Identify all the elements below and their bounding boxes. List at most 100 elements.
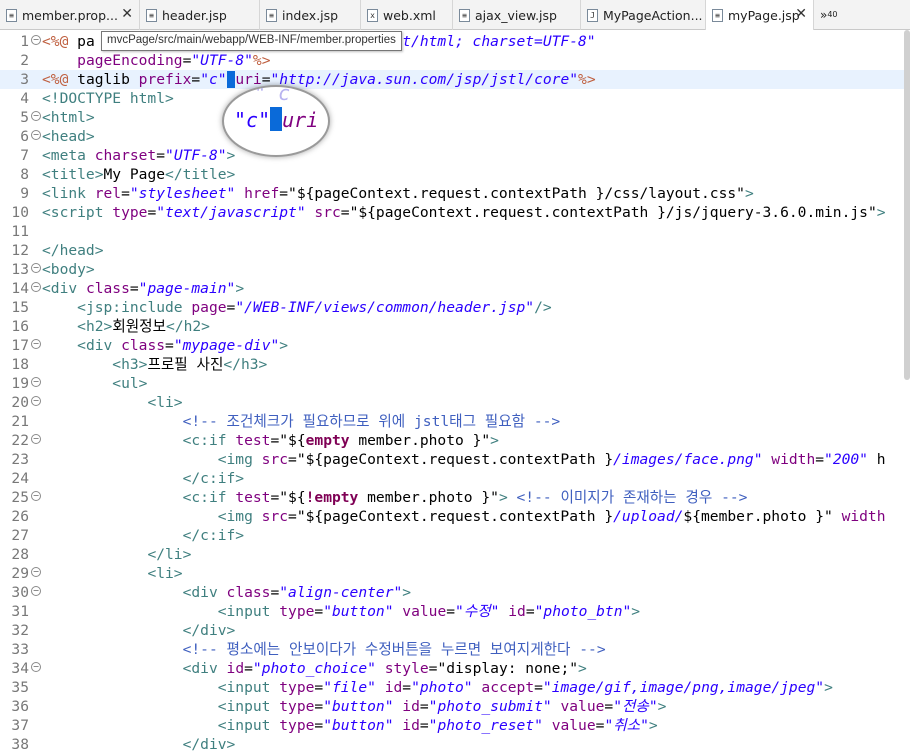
code-line[interactable]: 26 <img src="${pageContext.request.conte…	[0, 507, 910, 526]
code-token: </head>	[42, 242, 104, 259]
tab-member-prop[interactable]: ≡ member.prop... ✕	[0, 0, 140, 30]
code-line[interactable]: 34− <div id="photo_choice" style="displa…	[0, 659, 910, 678]
fold-toggle-icon[interactable]: −	[31, 377, 41, 387]
code-line[interactable]: 37 <input type="button" id="photo_reset"…	[0, 716, 910, 735]
code-text: <link rel="stylesheet" href="${pageConte…	[42, 184, 754, 203]
code-line[interactable]: 14− <div class="page-main">	[0, 279, 910, 298]
code-token: width	[841, 508, 886, 525]
code-token: type	[112, 204, 148, 221]
code-line[interactable]: 22− <c:if test="${empty member.photo }">	[0, 431, 910, 450]
code-line[interactable]: 12 </head>	[0, 241, 910, 260]
code-token: %>	[578, 71, 596, 88]
fold-toggle-icon[interactable]: −	[31, 434, 41, 444]
tab-mypageaction[interactable]: J MyPageAction...	[581, 0, 706, 30]
code-line[interactable]: 21 <!-- 조건체크가 필요하므로 위에 jstl태그 필요함 -->	[0, 412, 910, 431]
jsp-file-icon: ≡	[146, 8, 157, 22]
code-line[interactable]: 27 </c:if>	[0, 526, 910, 545]
code-token: pageEncoding	[77, 52, 183, 69]
code-line[interactable]: 15 <jsp:include page="/WEB-INF/views/com…	[0, 298, 910, 317]
code-token: id	[402, 717, 420, 734]
code-line[interactable]: 3 <%@ taglib prefix="c" uri="http://java.…	[0, 70, 910, 89]
code-line[interactable]: 29− <li>	[0, 564, 910, 583]
code-token: test	[235, 432, 271, 449]
code-token: <c:if	[182, 489, 236, 506]
line-number: 5	[20, 109, 29, 126]
code-line[interactable]: 11	[0, 222, 910, 241]
code-line[interactable]: 36 <input type="button" id="photo_submit…	[0, 697, 910, 716]
fold-toggle-icon[interactable]: −	[31, 396, 41, 406]
line-number: 3	[20, 71, 29, 88]
fold-toggle-icon[interactable]: −	[31, 586, 41, 596]
code-token: <!-- 평소에는 안보이다가 수정버튼을 누르면 보여지게한다 -->	[182, 641, 606, 658]
code-line[interactable]: 18 <h3>프로필 사진</h3>	[0, 355, 910, 374]
fold-toggle-icon[interactable]: −	[31, 339, 41, 349]
fold-toggle-icon[interactable]: −	[31, 567, 41, 577]
fold-toggle-icon[interactable]: −	[31, 130, 41, 140]
code-line[interactable]: 19− <ul>	[0, 374, 910, 393]
code-token: =	[525, 603, 535, 620]
code-token: "취소"	[604, 717, 649, 734]
code-line[interactable]: 4 <!DOCTYPE html>	[0, 89, 910, 108]
line-number: 18	[11, 356, 29, 373]
code-line[interactable]: 10 <script type="text/javascript" src="${…	[0, 203, 910, 222]
tab-ajax-view-jsp[interactable]: ≡ ajax_view.jsp	[453, 0, 581, 30]
close-icon[interactable]: ✕	[795, 7, 807, 21]
code-line[interactable]: 33 <!-- 평소에는 안보이다가 수정버튼을 누르면 보여지게한다 -->	[0, 640, 910, 659]
fold-toggle-icon[interactable]: −	[31, 282, 41, 292]
tab-label: index.jsp	[282, 7, 339, 23]
code-line[interactable]: 13− <body>	[0, 260, 910, 279]
code-text: <!-- 조건체크가 필요하므로 위에 jstl태그 필요함 -->	[42, 412, 561, 431]
fold-toggle-icon[interactable]: −	[31, 111, 41, 121]
code-line[interactable]: 25− <c:if test="${!empty member.photo }"…	[0, 488, 910, 507]
code-line[interactable]: 20− <li>	[0, 393, 910, 412]
tab-header-jsp[interactable]: ≡ header.jsp	[140, 0, 260, 30]
code-line[interactable]: 31 <input type="button" value="수정" id="p…	[0, 602, 910, 621]
code-token: <div	[182, 584, 227, 601]
code-line[interactable]: 17− <div class="mypage-div">	[0, 336, 910, 355]
code-line[interactable]: 2 pageEncoding="UTF-8"%>	[0, 51, 910, 70]
code-token: value	[402, 603, 447, 620]
code-line[interactable]: 28 </li>	[0, 545, 910, 564]
code-token: accept	[481, 679, 535, 696]
tab-mypage-jsp[interactable]: ≡ myPage.jsp ✕	[706, 0, 814, 30]
code-token: >	[490, 432, 499, 449]
code-line[interactable]: 24 </c:if>	[0, 469, 910, 488]
code-line[interactable]: 16 <h2>회원정보</h2>	[0, 317, 910, 336]
code-line[interactable]: 7 <meta charset="UTF-8">	[0, 146, 910, 165]
fold-toggle-icon[interactable]: −	[31, 662, 41, 672]
fold-toggle-icon[interactable]: −	[31, 35, 41, 45]
code-line[interactable]: 38 </div>	[0, 735, 910, 754]
code-line[interactable]: 9 <link rel="stylesheet" href="${pageCont…	[0, 184, 910, 203]
tab-web-xml[interactable]: x web.xml	[361, 0, 453, 30]
code-line[interactable]: 23 <img src="${pageContext.request.conte…	[0, 450, 910, 469]
code-line[interactable]: 6− <head>	[0, 127, 910, 146]
tab-overflow-button[interactable]: » 40	[814, 0, 838, 29]
code-line[interactable]: 32 </div>	[0, 621, 910, 640]
code-text: <jsp:include page="/WEB-INF/views/common…	[42, 298, 552, 317]
code-token: "stylesheet"	[129, 185, 236, 202]
code-token: </title>	[165, 166, 236, 183]
code-token: <h3>	[112, 356, 148, 373]
vertical-scrollbar[interactable]	[904, 30, 910, 380]
code-token: "text/javascript"	[156, 204, 306, 221]
tab-index-jsp[interactable]: ≡ index.jsp	[260, 0, 361, 30]
code-token: empty	[305, 432, 350, 449]
code-line[interactable]: 5− <html>	[0, 108, 910, 127]
code-editor[interactable]: 1−<%@ page language="java" contentType="…	[0, 30, 910, 756]
code-token: <head>	[42, 128, 95, 145]
code-line[interactable]: 30− <div class="align-center">	[0, 583, 910, 602]
fold-toggle-icon[interactable]: −	[31, 491, 41, 501]
code-line[interactable]: 35 <input type="file" id="photo" accept=…	[0, 678, 910, 697]
code-line[interactable]: 8 <title>My Page</title>	[0, 165, 910, 184]
code-token: "button"	[323, 698, 394, 715]
code-token: src	[261, 508, 289, 525]
code-token: >	[402, 584, 412, 601]
fold-toggle-icon[interactable]: −	[31, 263, 41, 273]
file-path-tooltip: mvcPage/src/main/webapp/WEB-INF/member.p…	[101, 31, 402, 51]
close-icon[interactable]: ✕	[121, 7, 133, 21]
